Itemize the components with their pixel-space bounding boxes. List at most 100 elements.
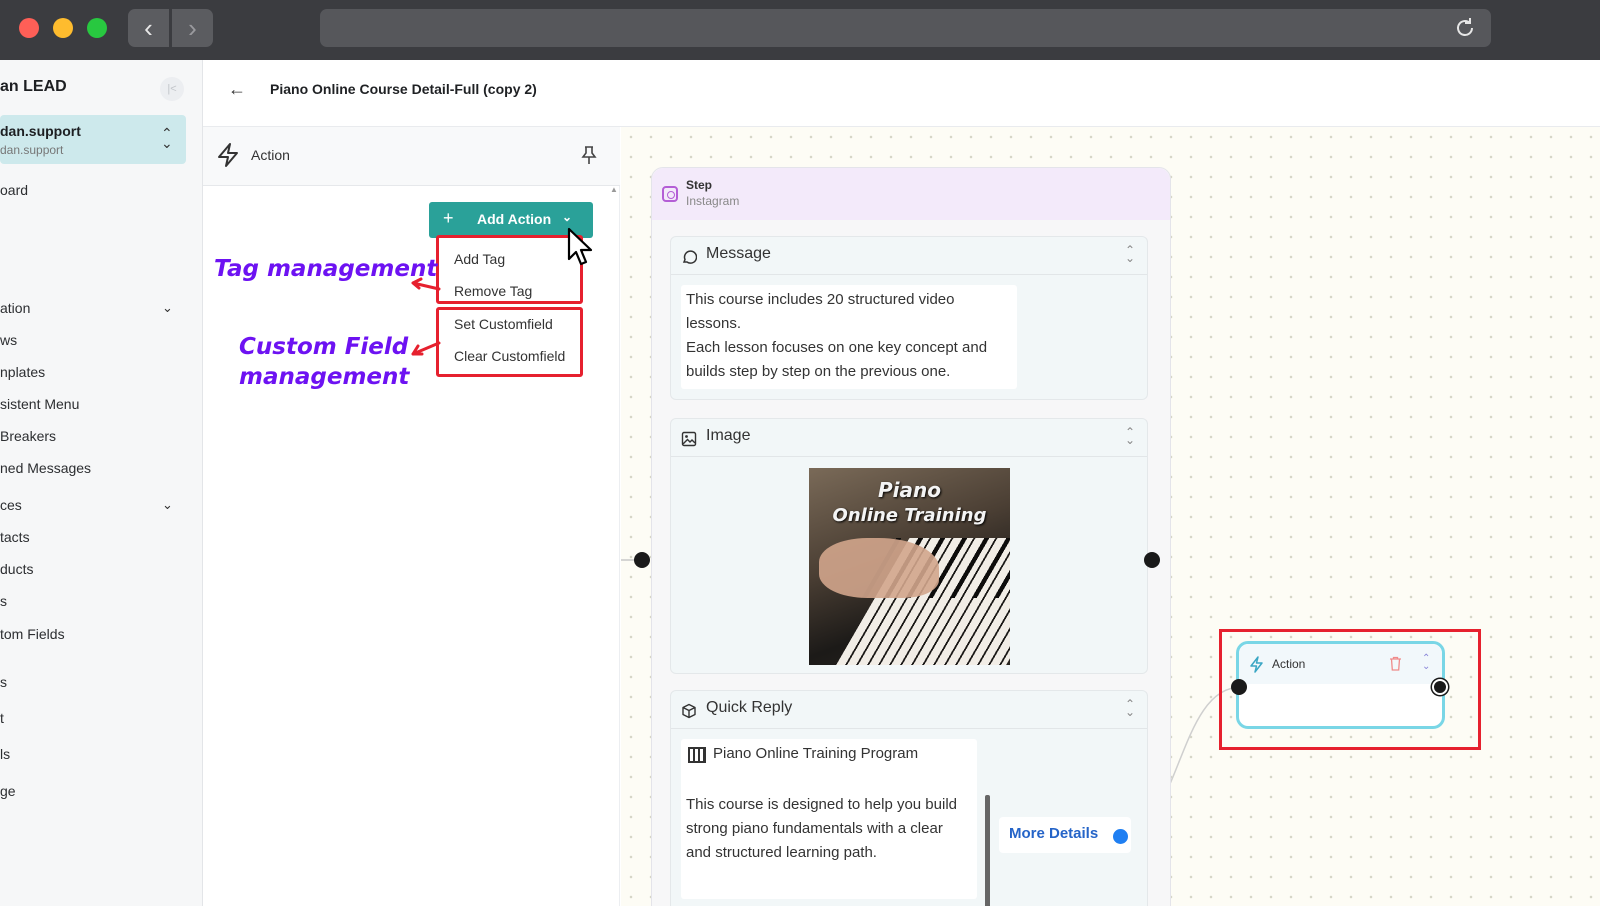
instagram-icon	[662, 186, 678, 202]
sidebar-item-resources[interactable]: ces	[0, 497, 22, 513]
sidebar-item-dashboard[interactable]: oard	[0, 182, 28, 198]
sidebar-item-usage[interactable]: ge	[0, 783, 16, 799]
expand-toggle-icon[interactable]: ⌃ ⌄	[1125, 426, 1135, 446]
action-node[interactable]: Action ⌃ ⌄	[1236, 641, 1445, 729]
action-panel: Action ▲ + Add Action ⌄ Add Tag Remove T…	[203, 127, 620, 906]
expand-toggle-icon[interactable]: ⌃ ⌄	[1422, 654, 1430, 672]
account-name: dan.support	[0, 123, 81, 139]
pin-icon[interactable]	[581, 145, 597, 165]
action-input-connector[interactable]	[1231, 679, 1247, 695]
sidebar-item-custom-fields[interactable]: tom Fields	[0, 626, 65, 642]
quick-reply-section[interactable]: Quick Reply ⌃ ⌄ Piano Online Training Pro…	[670, 690, 1148, 906]
trash-icon[interactable]	[1389, 656, 1402, 671]
sidebar-item-account[interactable]: t	[0, 710, 4, 726]
message-bubble-icon	[682, 250, 697, 264]
account-handle: dan.support	[0, 143, 64, 157]
action-panel-header: Action	[203, 127, 620, 186]
action-node-header: Action ⌃ ⌄	[1239, 644, 1442, 684]
step-card[interactable]: Step Instagram Message ⌃ ⌄ This course in…	[651, 167, 1171, 906]
step-header: Step Instagram	[652, 168, 1170, 220]
forward-arrow-icon[interactable]: ›	[172, 9, 213, 47]
action-node-title: Action	[1272, 657, 1306, 671]
annotation-arrows	[411, 277, 441, 356]
menu-item-clear-customfield[interactable]: Clear Customfield	[454, 348, 565, 364]
image-section-title: Image	[706, 427, 751, 444]
sidebar-item-templates[interactable]: nplates	[0, 364, 45, 380]
minimize-window-button[interactable]	[53, 18, 73, 38]
action-output-connector[interactable]	[1432, 679, 1448, 695]
plus-icon: +	[443, 208, 454, 228]
image-section-header[interactable]: Image ⌃ ⌄	[671, 419, 1147, 457]
image-icon	[681, 431, 697, 447]
sidebar-item-flows[interactable]: ws	[0, 332, 17, 348]
image-caption-subtitle: Online Training	[832, 505, 987, 526]
sidebar-item-products[interactable]: ducts	[0, 561, 33, 577]
sidebar-item-breakers[interactable]: Breakers	[0, 428, 56, 444]
more-details-connector[interactable]	[1113, 829, 1128, 844]
flow-canvas[interactable]: Step Instagram Message ⌃ ⌄ This course in…	[621, 127, 1600, 906]
reload-icon[interactable]	[1453, 16, 1477, 40]
sidebar-item-saved-messages[interactable]: ned Messages	[0, 460, 91, 476]
add-action-label: Add Action	[477, 211, 552, 227]
sidebar-item-tags[interactable]: s	[0, 593, 7, 609]
chevron-down-icon: ⌄	[162, 497, 173, 512]
quick-reply-scrollbar[interactable]	[985, 795, 990, 906]
image-caption-title: Piano	[878, 478, 941, 502]
bolt-icon	[218, 143, 238, 167]
sidebar-item-automation[interactable]: ation	[0, 300, 30, 316]
annotation-custom-field-line1: Custom Field	[239, 334, 409, 360]
expand-toggle-icon[interactable]: ⌃ ⌄	[1125, 244, 1135, 264]
maximize-window-button[interactable]	[87, 18, 107, 38]
chevron-up-down-icon: ⌃ ⌄	[161, 125, 173, 151]
menu-item-set-customfield[interactable]: Set Customfield	[454, 316, 553, 332]
sidebar-item-contacts[interactable]: tacts	[0, 529, 30, 545]
piano-course-image[interactable]: Piano Online Training	[809, 468, 1010, 665]
expand-toggle-icon[interactable]: ⌃ ⌄	[1125, 698, 1135, 718]
more-details-label: More Details	[1009, 825, 1099, 842]
collapse-sidebar-button[interactable]: |<	[160, 77, 184, 101]
message-section[interactable]: Message ⌃ ⌄ This course includes 20 struc…	[670, 236, 1148, 400]
hands-illustration	[819, 538, 939, 598]
customfield-menu-group: Set Customfield Clear Customfield	[436, 307, 583, 377]
page-title: Piano Online Course Detail-Full (copy 2)	[270, 81, 537, 97]
menu-item-remove-tag[interactable]: Remove Tag	[454, 283, 532, 299]
menu-item-add-tag[interactable]: Add Tag	[454, 251, 505, 267]
cursor-icon	[567, 227, 593, 266]
back-button[interactable]: ←	[228, 79, 246, 100]
back-arrow-icon[interactable]: ‹	[128, 9, 169, 47]
quick-reply-card-body: This course is designed to help you buil…	[686, 796, 957, 861]
quick-reply-card-title: Piano Online Training Program	[713, 745, 919, 762]
annotation-tag-management: Tag management	[214, 256, 438, 282]
brand-name: an LEAD	[0, 78, 67, 95]
annotation-custom-field-line2: management	[239, 364, 410, 390]
quick-reply-card[interactable]: Piano Online Training Program This cours…	[681, 739, 990, 906]
step-title: Step	[686, 178, 713, 192]
message-section-title: Message	[706, 245, 771, 262]
sidebar-item-settings[interactable]: s	[0, 674, 7, 690]
browser-chrome: ‹ ›	[0, 0, 1600, 60]
quick-reply-section-header[interactable]: Quick Reply ⌃ ⌄	[671, 691, 1147, 729]
sidebar: an LEAD |< dan.support dan.support ⌃ ⌄ oa…	[0, 60, 203, 906]
address-bar[interactable]	[320, 9, 1491, 47]
bolt-icon	[1250, 656, 1263, 673]
page-header: ← Piano Online Course Detail-Full (copy …	[203, 60, 1600, 127]
close-window-button[interactable]	[19, 18, 39, 38]
quick-reply-section-title: Quick Reply	[706, 699, 793, 716]
more-details-button[interactable]: More Details	[999, 817, 1131, 853]
step-input-connector[interactable]	[634, 552, 650, 568]
chevron-down-icon: ⌄	[562, 210, 573, 224]
image-section[interactable]: Image ⌃ ⌄ Piano Online Training	[670, 418, 1148, 674]
panel-scrollbar[interactable]	[609, 187, 617, 906]
tag-menu-group: Add Tag Remove Tag	[436, 235, 583, 304]
account-switcher[interactable]: dan.support dan.support ⌃ ⌄	[0, 115, 186, 164]
step-output-connector[interactable]	[1144, 552, 1160, 568]
cube-icon	[682, 703, 696, 719]
message-section-header[interactable]: Message ⌃ ⌄	[671, 237, 1147, 275]
sidebar-item-persistent-menu[interactable]: sistent Menu	[0, 396, 79, 412]
sidebar-item-channels[interactable]: ls	[0, 746, 10, 762]
piano-icon	[688, 747, 706, 763]
chevron-down-icon: ⌄	[162, 300, 173, 315]
step-platform: Instagram	[686, 194, 740, 208]
message-text[interactable]: This course includes 20 structured video…	[681, 285, 1017, 389]
action-panel-title: Action	[251, 147, 290, 163]
